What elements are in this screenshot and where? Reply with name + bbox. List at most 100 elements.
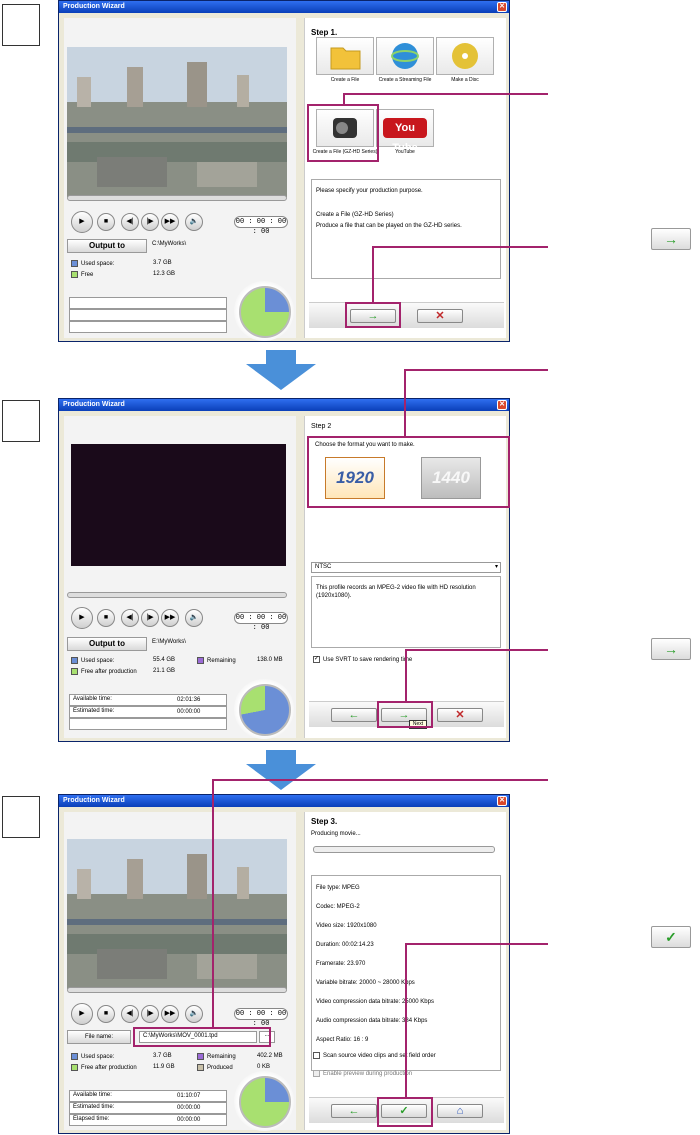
- produced-label: Produced: [207, 1065, 233, 1072]
- transition-arrow-2: [246, 750, 316, 790]
- make-disc-label: Make a Disc: [451, 77, 479, 83]
- profile-description: This profile records an MPEG-2 video fil…: [316, 585, 476, 599]
- estimated-time-value: 00:00:00: [177, 1105, 201, 1111]
- callout-line: [212, 780, 214, 1027]
- estimated-time-value: 00:00:00: [177, 709, 201, 715]
- info-field-2: [69, 309, 227, 321]
- step-3-label: 3: [2, 796, 40, 838]
- seek-slider[interactable]: [67, 987, 287, 993]
- preview-checkbox[interactable]: [313, 1070, 320, 1077]
- remaining-swatch: [197, 1053, 204, 1060]
- play-button[interactable]: ▶: [71, 1003, 93, 1025]
- production-wizard-window-step1: Production Wizard ✕ ▶ ■ ◀| |▶ ▶▶ 🔈 00 : 0…: [58, 0, 510, 342]
- volume-icon[interactable]: 🔈: [185, 609, 203, 627]
- svrt-label: Use SVRT to save rendering time: [323, 657, 413, 664]
- output-to-button[interactable]: Output to: [67, 637, 147, 651]
- transition-arrow-1: [246, 350, 316, 390]
- used-swatch: [71, 657, 78, 664]
- callout-line: [372, 247, 374, 302]
- output-path: E:\MyWorks\: [152, 639, 186, 645]
- create-streaming-file-option[interactable]: [376, 37, 434, 75]
- next-button-reference: →: [651, 638, 691, 660]
- volume-icon[interactable]: 🔈: [185, 1005, 203, 1023]
- scan-label: Scan source video clips and set field or…: [323, 1053, 436, 1060]
- available-time-value: 01:10:07: [177, 1093, 201, 1099]
- stop-button[interactable]: ■: [97, 213, 115, 231]
- close-button[interactable]: ✕: [497, 796, 507, 806]
- back-button[interactable]: ←: [331, 1104, 377, 1118]
- disk-usage-pie: [239, 1076, 291, 1128]
- video-preview-blank: [71, 444, 286, 566]
- play-button[interactable]: ▶: [71, 211, 93, 233]
- youtube-label: YouTube: [395, 149, 415, 155]
- create-file-option[interactable]: [316, 37, 374, 75]
- output-to-button[interactable]: Output to: [67, 239, 147, 253]
- next-button-reference: →: [651, 228, 691, 250]
- highlight-gzhd: [307, 104, 379, 162]
- fast-forward-button[interactable]: ▶▶: [161, 609, 179, 627]
- play-button[interactable]: ▶: [71, 607, 93, 629]
- used-swatch: [71, 260, 78, 267]
- callout-line: [343, 93, 548, 95]
- remaining-label: Remaining: [207, 1054, 236, 1061]
- stop-button[interactable]: ■: [97, 609, 115, 627]
- step-title: Step 2: [311, 423, 332, 430]
- home-button[interactable]: ⌂: [437, 1104, 483, 1118]
- next-frame-button[interactable]: |▶: [141, 609, 159, 627]
- next-frame-button[interactable]: |▶: [141, 213, 159, 231]
- prev-frame-button[interactable]: ◀|: [121, 609, 139, 627]
- prev-frame-button[interactable]: ◀|: [121, 1005, 139, 1023]
- free-after-swatch: [71, 668, 78, 675]
- cancel-button[interactable]: ✕: [417, 309, 463, 323]
- estimated-time-field: Estimated time:: [69, 1102, 227, 1114]
- close-button[interactable]: ✕: [497, 2, 507, 12]
- produced-swatch: [197, 1064, 204, 1071]
- title-bar: Production Wizard ✕: [59, 399, 509, 411]
- next-frame-button[interactable]: |▶: [141, 1005, 159, 1023]
- remaining-value: 402.2 MB: [257, 1053, 283, 1059]
- used-label: Used space:: [81, 658, 115, 665]
- back-button[interactable]: ←: [331, 708, 377, 722]
- callout-line: [405, 944, 407, 1097]
- fast-forward-button[interactable]: ▶▶: [161, 1005, 179, 1023]
- seek-slider[interactable]: [67, 195, 287, 201]
- highlight-start: [377, 1097, 433, 1127]
- scan-checkbox[interactable]: [313, 1052, 320, 1059]
- available-time-label: Available time:: [73, 1092, 112, 1098]
- stop-button[interactable]: ■: [97, 1005, 115, 1023]
- svrt-checkbox[interactable]: ✓: [313, 656, 320, 663]
- callout-line: [405, 650, 407, 701]
- button-bar: [309, 302, 504, 328]
- fast-forward-button[interactable]: ▶▶: [161, 213, 179, 231]
- title-bar: Production Wizard ✕: [59, 795, 509, 807]
- disk-usage-pie: [239, 684, 291, 736]
- produced-value: 0 KB: [257, 1064, 271, 1070]
- callout-line: [404, 369, 548, 371]
- folder-icon: [330, 47, 361, 70]
- elapsed-time-label: Elapsed time:: [73, 1116, 110, 1122]
- window-title: Production Wizard: [63, 401, 125, 408]
- callout-line: [405, 649, 548, 651]
- file-info-item: Codec: MPEG-2: [316, 904, 360, 910]
- elapsed-time-field: Elapsed time:: [69, 1114, 227, 1126]
- make-disc-option[interactable]: [436, 37, 494, 75]
- start-button-reference: ✓: [651, 926, 691, 948]
- callout-line: [343, 94, 345, 104]
- free-label: Free: [81, 272, 94, 279]
- info-field-3: [69, 718, 227, 730]
- free-swatch: [71, 271, 78, 278]
- production-wizard-window-step3: Production Wizard ✕ ▶ ■ ◀| |▶ ▶▶ 🔈 00 : 0…: [58, 794, 510, 1134]
- step-2-label: 2: [2, 400, 40, 442]
- estimated-time-field: Estimated time:: [69, 706, 227, 718]
- volume-icon[interactable]: 🔈: [185, 213, 203, 231]
- seek-slider[interactable]: [67, 592, 287, 598]
- cancel-button[interactable]: ✕: [437, 708, 483, 722]
- available-time-label: Available time:: [73, 696, 112, 702]
- info-field-1: [69, 297, 227, 309]
- file-info-item: File type: MPEG: [316, 885, 360, 891]
- disk-usage-pie: [239, 286, 291, 338]
- youtube-option[interactable]: You Tube: [376, 109, 434, 154]
- standard-select[interactable]: NTSC ▾: [311, 562, 501, 573]
- close-button[interactable]: ✕: [497, 400, 507, 410]
- prev-frame-button[interactable]: ◀|: [121, 213, 139, 231]
